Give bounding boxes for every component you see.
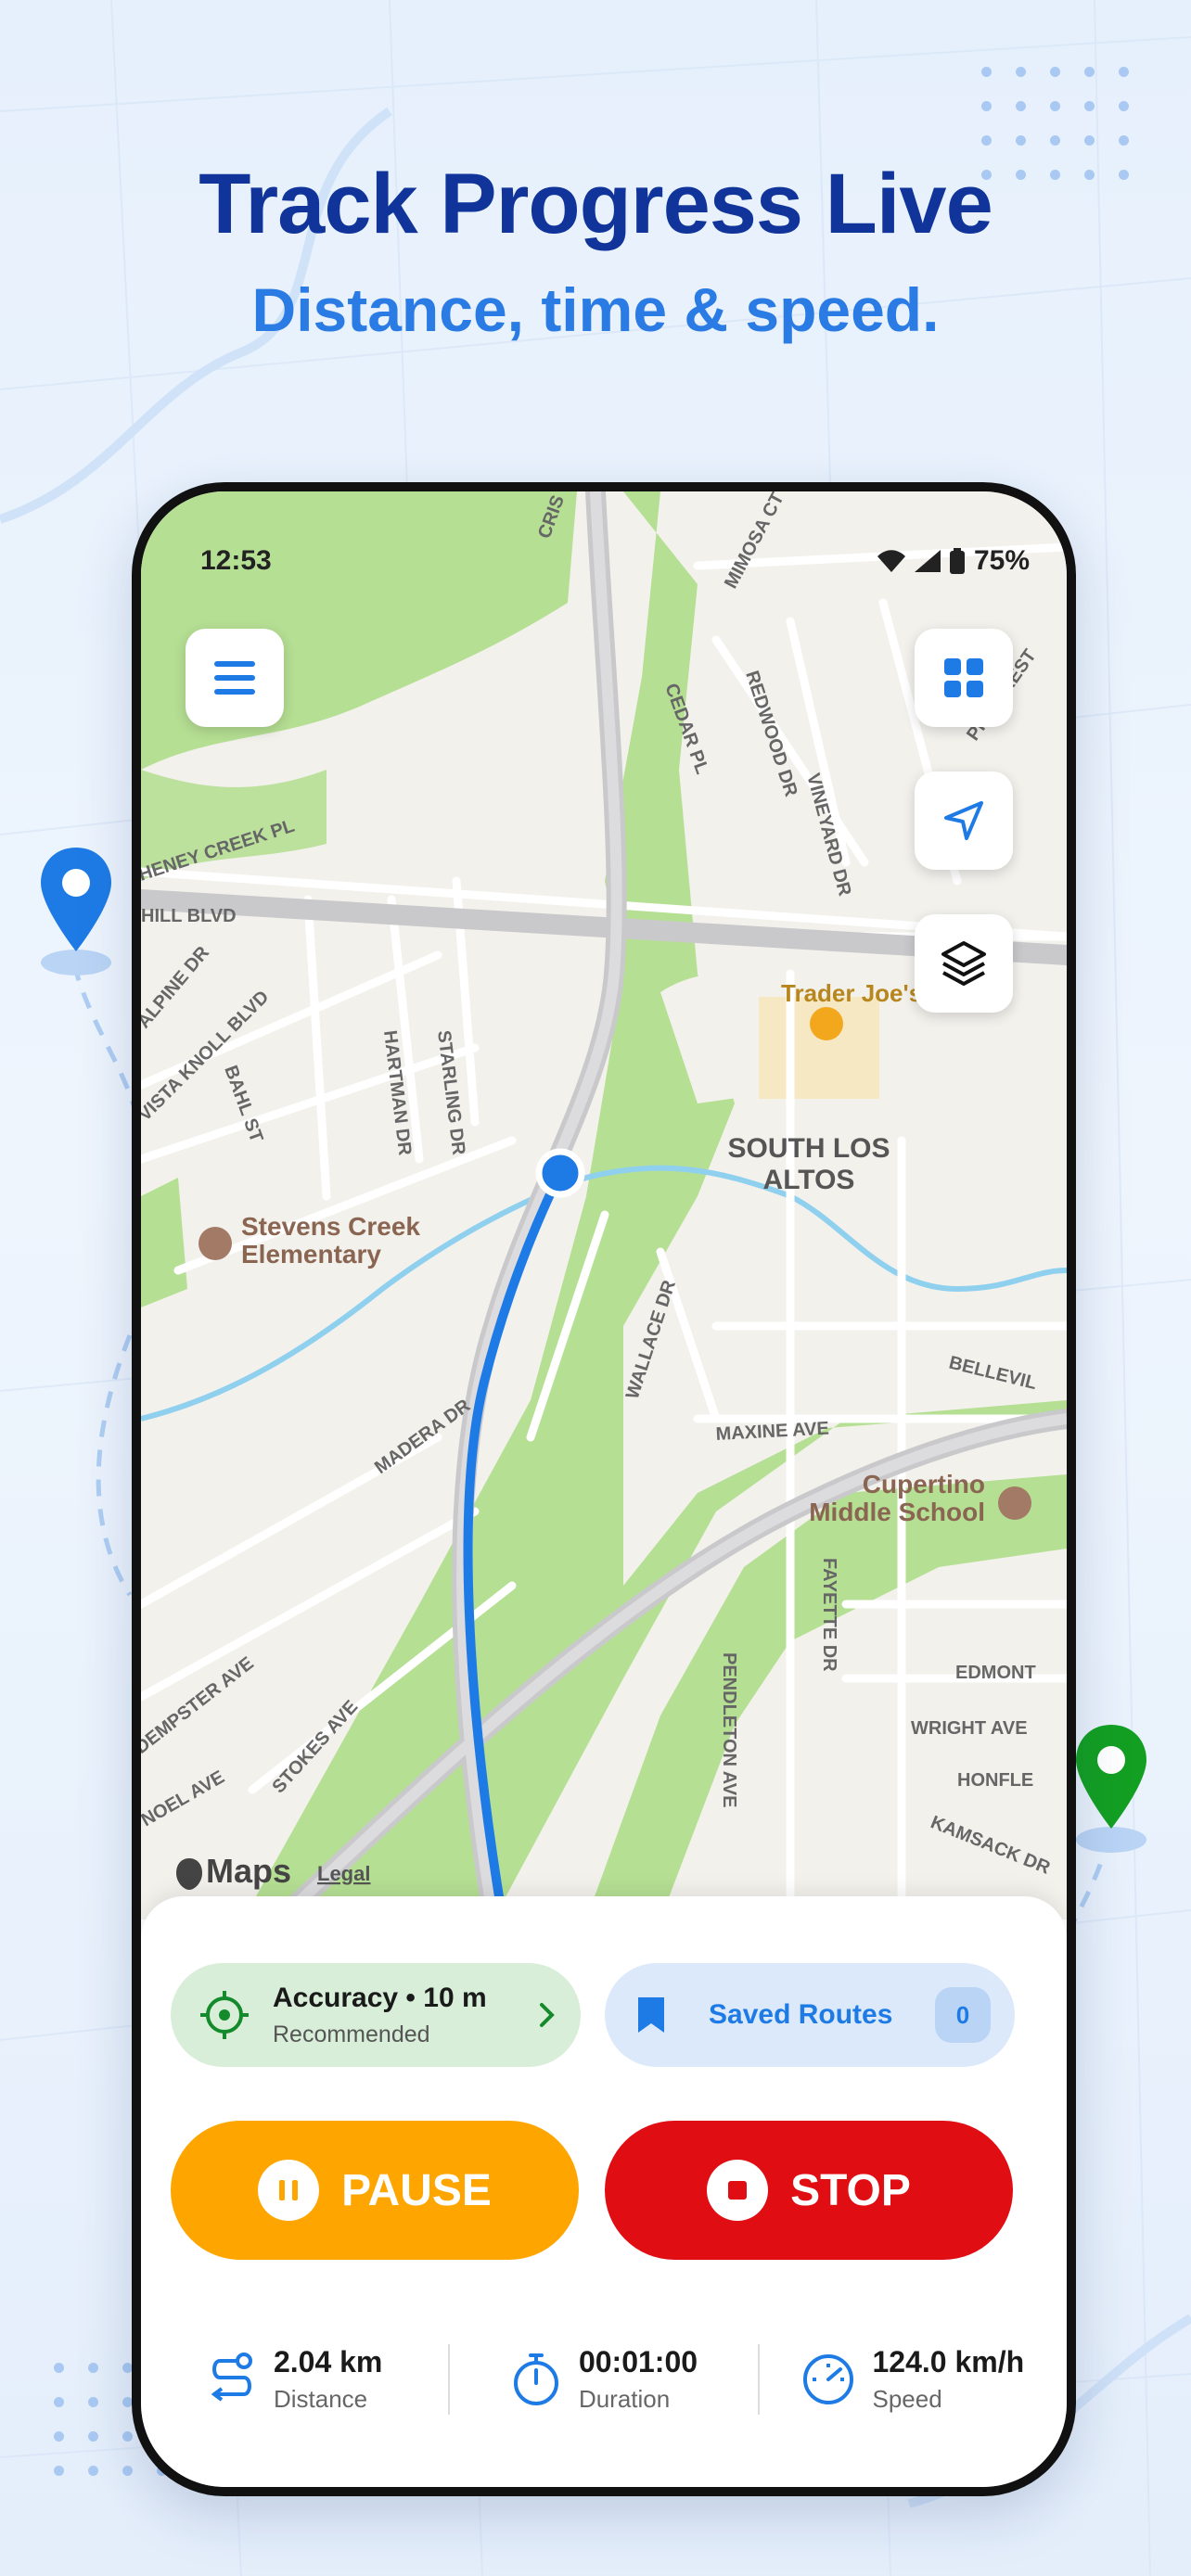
pause-button[interactable]: PAUSE [171,2121,579,2260]
speedometer-icon [803,2354,854,2404]
phone-frame: CRIS MIMOSA CT CEDAR PL REDWOOD DR VINEY… [132,482,1076,2496]
stat-distance: 2.04 km Distance [141,2328,448,2430]
accuracy-title: Accuracy • 10 m [273,1982,487,2013]
poi-label: Stevens Creek [241,1212,420,1241]
poi-label: Middle School [809,1498,985,1526]
street-label: HONFLE [957,1770,1033,1791]
poi-label: Cupertino [863,1470,985,1498]
stats-row: 2.04 km Distance 00:01:00 Duration 124.0… [141,2328,1067,2430]
promo-subheadline: Distance, time & speed. [251,275,940,344]
distance-value: 2.04 km [273,2345,383,2378]
bookmark-icon [638,1997,664,2033]
street-label: EDMONT [955,1663,1036,1683]
school-icon [198,1227,232,1260]
stat-speed: 124.0 km/h Speed [760,2328,1067,2430]
navigation-arrow-icon [944,801,983,840]
hamburger-menu-icon [214,661,255,695]
battery-percent: 75% [973,545,1030,576]
street-label: HILL BLVD [141,906,237,926]
recenter-button[interactable] [915,772,1013,870]
blue-location-pin-icon [41,848,111,976]
cellular-signal-icon [914,550,941,572]
grid-icon [944,658,983,697]
menu-button[interactable] [186,629,284,727]
status-bar: 12:53 75% [200,542,1030,580]
speed-value: 124.0 km/h [872,2345,1025,2378]
stop-icon [707,2160,769,2221]
area-label: ALTOS [763,1165,855,1195]
map-layers-button[interactable] [915,914,1013,1013]
grid-view-button[interactable] [915,629,1013,727]
current-location-marker [535,1148,585,1198]
tracking-bottom-sheet: Accuracy • 10 m Recommended Saved Routes… [141,1896,1067,2487]
poi-label: Trader Joe's [781,979,922,1007]
stop-label: STOP [790,2165,911,2215]
speed-label: Speed [872,2385,942,2413]
duration-label: Duration [578,2385,671,2413]
wifi-icon [877,550,905,572]
poi-label: Elementary [241,1240,381,1269]
pause-icon [258,2160,320,2221]
green-location-pin-icon [1076,1725,1146,1853]
stat-duration: 00:01:00 Duration [450,2328,757,2430]
layers-icon [941,941,986,986]
street-label: PENDLETON AVE [719,1652,739,1807]
battery-icon [949,548,965,574]
duration-value: 00:01:00 [578,2345,698,2378]
chevron-right-icon [540,2003,555,2027]
status-time: 12:53 [200,545,272,576]
saved-routes-count-badge: 0 [935,1987,991,2043]
maps-attribution: Maps [206,1852,291,1890]
saved-routes-label: Saved Routes [709,1999,893,2030]
stopwatch-icon [513,2353,558,2405]
route-icon [211,2353,252,2402]
shopping-cart-icon [810,1007,843,1040]
stop-button[interactable]: STOP [605,2121,1013,2260]
promo-headline: Track Progress Live [198,157,993,251]
street-label: WRIGHT AVE [911,1718,1028,1739]
crosshair-icon [200,1991,249,2039]
school-icon [998,1486,1031,1520]
area-label: SOUTH LOS [727,1133,890,1164]
legal-link: Legal [317,1862,370,1885]
saved-routes-button[interactable]: Saved Routes 0 [605,1963,1015,2067]
street-label: FAYETTE DR [819,1558,839,1672]
distance-label: Distance [273,2385,368,2413]
pause-label: PAUSE [341,2165,492,2215]
accuracy-button[interactable]: Accuracy • 10 m Recommended [171,1963,581,2067]
accuracy-subtitle: Recommended [273,2021,430,2047]
